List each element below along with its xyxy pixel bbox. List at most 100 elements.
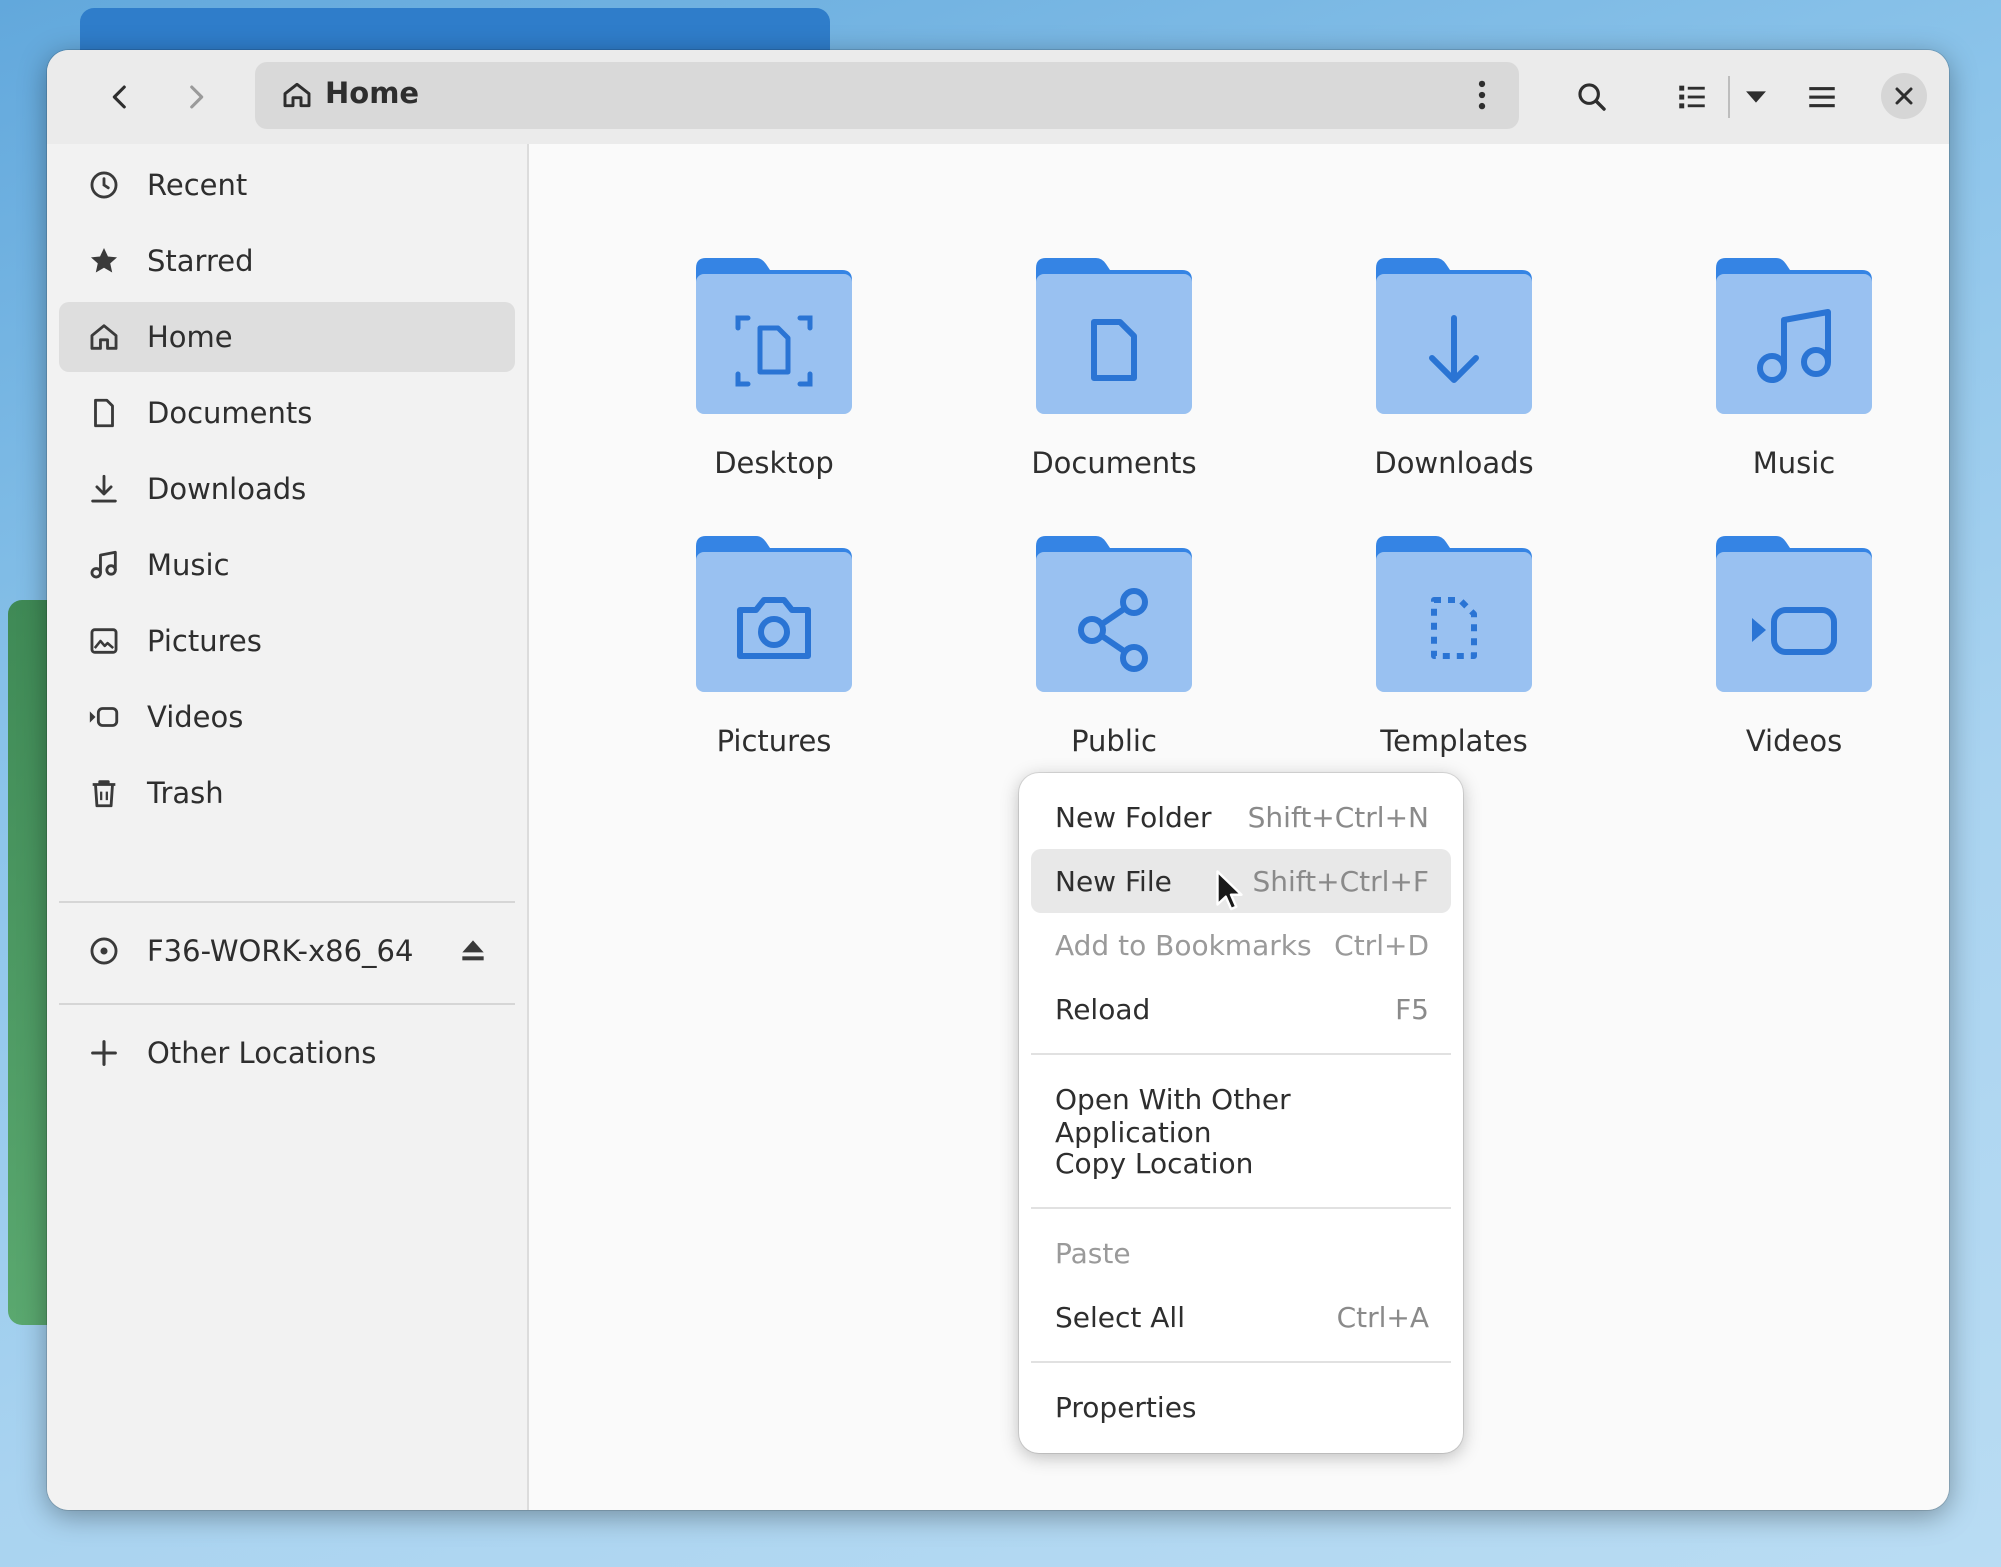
sidebar-item-label: Pictures [147,624,262,658]
folder-public[interactable]: Public [949,534,1249,794]
view-options-button[interactable] [1727,68,1785,126]
sidebar-item-drive[interactable]: F36-WORK-x86_64 [59,916,515,986]
main-menu-button[interactable] [1793,68,1851,126]
menu-item-properties[interactable]: Properties [1031,1375,1451,1439]
menu-item-label: Paste [1055,1237,1131,1270]
sidebar-item-label: Videos [147,700,244,734]
menu-item-paste[interactable]: Paste [1031,1221,1451,1285]
sidebar-separator [59,1003,515,1005]
home-icon [283,82,311,108]
folder-label: Music [1752,446,1836,480]
desktop-icon [696,258,852,414]
sidebar-item-label: Music [147,548,230,582]
share-icon [1036,536,1192,692]
menu-item-label: New Folder [1055,801,1212,834]
sidebar-item-trash[interactable]: Trash [59,758,515,828]
folder-videos[interactable]: Videos [1629,534,1929,794]
menu-item-label: Select All [1055,1301,1185,1334]
template-icon [1376,536,1532,692]
sidebar-item-downloads[interactable]: Downloads [59,454,515,524]
menu-item-reload[interactable]: Reload F5 [1031,977,1451,1041]
triangle-down-icon [1746,91,1766,103]
camera-icon [696,536,852,692]
menu-separator [1031,1361,1451,1363]
folder-templates[interactable]: Templates [1289,534,1589,794]
menu-item-shortcut: Ctrl+A [1336,1301,1429,1334]
plus-icon [91,1040,117,1066]
back-button[interactable] [91,68,149,126]
header-bar: Home [47,50,1949,145]
sidebar-item-label: Starred [147,244,254,278]
path-label[interactable]: Home [325,76,419,110]
close-button[interactable] [1881,73,1927,119]
sidebar-item-music[interactable]: Music [59,530,515,600]
disc-icon [90,937,118,965]
chevron-right-icon [190,85,204,109]
close-icon [1895,87,1913,105]
file-manager-window: Home Recent Starred Home Documents Downl… [47,50,1949,1510]
clock-icon [90,171,118,199]
folder-desktop[interactable]: Desktop [609,256,909,516]
folder-downloads[interactable]: Downloads [1289,256,1589,516]
document-icon [1036,258,1192,414]
folder-label: Public [1071,724,1157,758]
download-icon [1376,258,1532,414]
menu-item-copy-location[interactable]: Copy Location [1031,1131,1451,1195]
menu-item-shortcut: F5 [1395,993,1429,1026]
sidebar-item-starred[interactable]: Starred [59,226,515,296]
folder-pictures[interactable]: Pictures [609,534,909,794]
sidebar-item-label: Downloads [147,472,307,506]
list-view-icon [1679,85,1705,109]
folder-label: Pictures [716,724,832,758]
sidebar-item-videos[interactable]: Videos [59,682,515,752]
menu-item-label: New File [1055,865,1172,898]
folder-music[interactable]: Music [1629,256,1929,516]
video-icon [89,707,119,727]
sidebar-item-label: Documents [147,396,313,430]
sidebar-separator [59,901,515,903]
menu-item-shortcut: Shift+Ctrl+N [1247,801,1429,834]
star-icon [90,247,118,273]
folder-label: Documents [1031,446,1197,480]
eject-icon[interactable] [457,935,489,967]
sidebar-item-label: Trash [147,776,224,810]
chevron-left-icon [112,85,126,109]
menu-item-add-to-bookmarks[interactable]: Add to Bookmarks Ctrl+D [1031,913,1451,977]
sidebar-item-home[interactable]: Home [59,302,515,372]
music-icon [1716,258,1872,414]
path-bar[interactable]: Home [255,62,1519,129]
menu-item-open-with[interactable]: Open With Other Application [1031,1067,1451,1149]
menu-item-label: Properties [1055,1391,1197,1424]
menu-item-label: Add to Bookmarks [1055,929,1312,962]
sidebar: Recent Starred Home Documents Downloads … [47,144,529,1510]
menu-separator [1031,1207,1451,1209]
menu-item-new-folder[interactable]: New Folder Shift+Ctrl+N [1031,785,1451,849]
menu-item-label: Copy Location [1055,1147,1254,1180]
sidebar-item-recent[interactable]: Recent [59,150,515,220]
download-icon [91,474,117,503]
menu-item-shortcut: Shift+Ctrl+F [1252,865,1430,898]
sidebar-item-label: Home [147,320,233,354]
mouse-pointer-icon [1216,870,1243,911]
sidebar-item-label: Other Locations [147,1036,377,1070]
more-options-icon[interactable] [1463,76,1501,114]
search-icon [1578,83,1606,111]
menu-item-label: Reload [1055,993,1151,1026]
list-view-button[interactable] [1663,68,1721,126]
trash-icon [92,780,116,808]
menu-item-shortcut: Ctrl+D [1334,929,1429,962]
sidebar-item-documents[interactable]: Documents [59,378,515,448]
menu-separator [1031,1053,1451,1055]
menu-item-select-all[interactable]: Select All Ctrl+A [1031,1285,1451,1349]
forward-button[interactable] [167,68,225,126]
sidebar-item-pictures[interactable]: Pictures [59,606,515,676]
picture-icon [90,628,118,654]
sidebar-item-label: Recent [147,168,248,202]
folder-label: Desktop [714,446,834,480]
music-icon [90,550,117,579]
folder-documents[interactable]: Documents [949,256,1249,516]
document-icon [94,398,114,428]
home-icon [90,324,118,350]
sidebar-item-other-locations[interactable]: Other Locations [59,1018,515,1088]
search-button[interactable] [1563,68,1621,126]
